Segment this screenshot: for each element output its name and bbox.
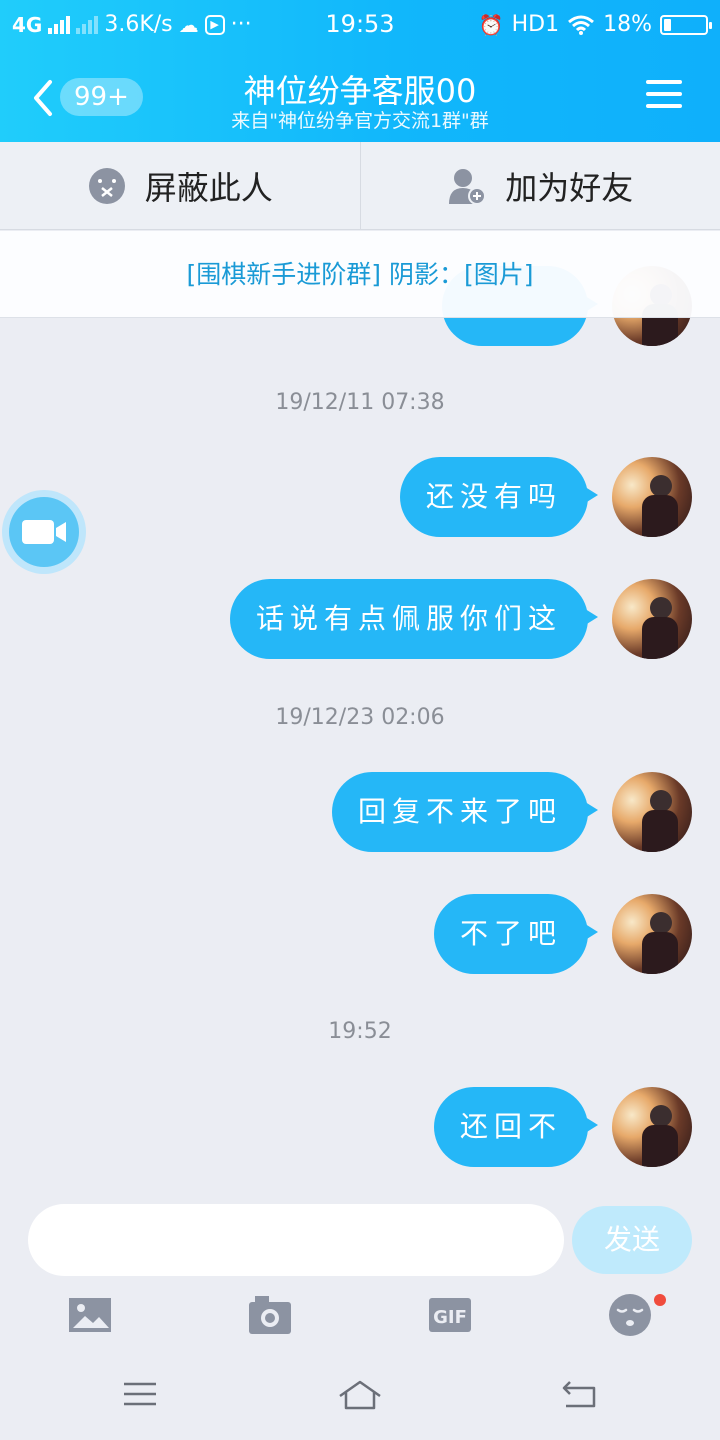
- block-user-label: 屏蔽此人: [144, 168, 273, 207]
- status-bar: 4G 3.6K/s ☁ ▶ ··· 19:53 ⏰ HD1 18%: [0, 0, 720, 50]
- title-bar: 99+ 神位纷争客服00 来自"神位纷争官方交流1群"群: [0, 56, 720, 142]
- more-icon: ···: [230, 12, 252, 37]
- block-icon: [88, 167, 125, 204]
- video-app-icon: ▶: [204, 14, 225, 35]
- menu-nav-icon[interactable]: [116, 1374, 164, 1414]
- svg-text:GIF: GIF: [433, 1307, 467, 1328]
- signal-icon: [48, 15, 71, 34]
- back-nav-icon[interactable]: [556, 1374, 604, 1414]
- page-subtitle: 来自"神位纷争官方交流1群"群: [231, 110, 489, 132]
- battery-percent: 18%: [603, 12, 652, 37]
- gif-icon[interactable]: GIF: [427, 1292, 473, 1338]
- timestamp: 19:52: [328, 1019, 392, 1044]
- avatar[interactable]: [612, 894, 692, 974]
- alarm-icon: ⏰: [478, 12, 504, 37]
- message-bubble[interactable]: 还没有吗: [399, 457, 599, 537]
- message-bubble[interactable]: 不了吧: [433, 894, 599, 974]
- message-input[interactable]: [28, 1204, 564, 1276]
- header: 4G 3.6K/s ☁ ▶ ··· 19:53 ⏰ HD1 18% 99+ 神位…: [0, 0, 720, 142]
- message-bubble[interactable]: 还回不: [433, 1087, 599, 1167]
- image-icon[interactable]: [67, 1292, 113, 1338]
- signal-2-icon: [76, 15, 99, 34]
- system-nav-bar: [0, 1364, 720, 1424]
- timestamp: 19/12/23 02:06: [275, 705, 445, 730]
- avatar[interactable]: [612, 579, 692, 659]
- avatar[interactable]: [612, 1087, 692, 1167]
- cloud-icon: ☁: [178, 12, 199, 37]
- add-friend-button[interactable]: 加为好友: [359, 142, 720, 229]
- message-row: 话说有点佩服你们这: [229, 579, 692, 659]
- action-bar: 屏蔽此人 加为好友: [0, 142, 720, 230]
- timestamp: 19/12/11 07:38: [275, 390, 445, 415]
- home-icon[interactable]: [336, 1374, 384, 1414]
- toolbar: GIF: [0, 1292, 720, 1342]
- send-button[interactable]: 发送: [572, 1206, 692, 1274]
- notification-dot: [654, 1294, 666, 1306]
- message-bubble[interactable]: 话说有点佩服你们这: [229, 579, 599, 659]
- battery-icon: [660, 14, 712, 35]
- net-speed: 3.6K/s: [104, 12, 173, 37]
- avatar[interactable]: [612, 772, 692, 852]
- message-row: 还回不: [433, 1087, 692, 1167]
- block-user-button[interactable]: 屏蔽此人: [0, 142, 360, 229]
- message-row: 还没有吗: [399, 457, 692, 537]
- avatar[interactable]: [612, 457, 692, 537]
- add-friend-label: 加为好友: [505, 168, 634, 207]
- clock: 19:53: [325, 10, 395, 38]
- emoji-icon[interactable]: [607, 1292, 653, 1338]
- network-label: 4G: [12, 12, 43, 37]
- group-notice-banner[interactable]: [围棋新手进阶群] 阴影：[图片]: [0, 231, 720, 318]
- add-friend-icon: [449, 168, 487, 205]
- hd-label: HD1: [511, 12, 560, 37]
- video-camera-icon: [22, 520, 66, 544]
- menu-icon[interactable]: [646, 80, 682, 110]
- camera-icon[interactable]: [247, 1292, 293, 1338]
- wifi-icon: [568, 15, 595, 35]
- composer: 发送 GIF: [0, 1186, 720, 1440]
- message-row: 不了吧: [433, 894, 692, 974]
- video-call-button[interactable]: [2, 490, 86, 574]
- message-row: 回复不来了吧: [331, 772, 692, 852]
- message-bubble[interactable]: 回复不来了吧: [331, 772, 599, 852]
